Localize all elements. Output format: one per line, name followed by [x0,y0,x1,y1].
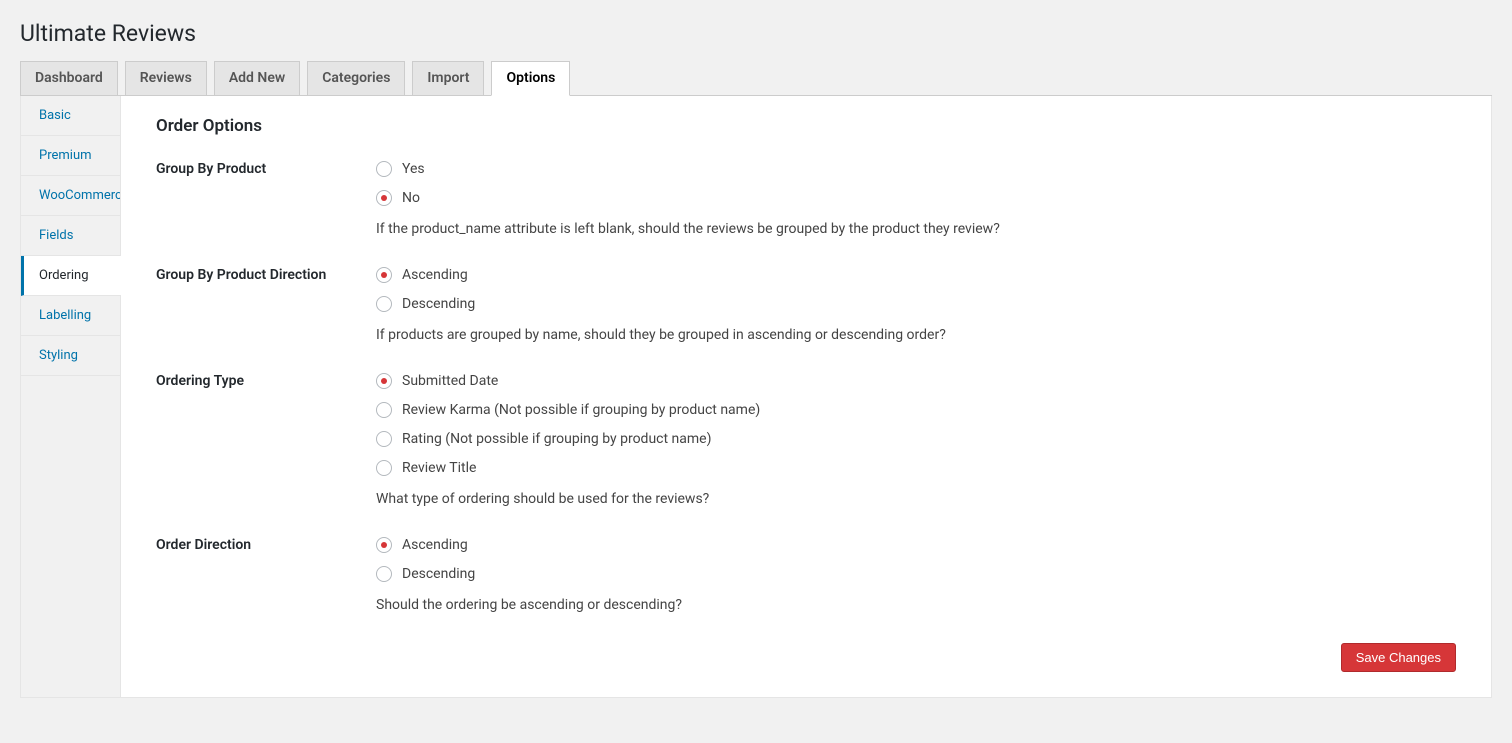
radio-option[interactable]: Review Karma (Not possible if grouping b… [376,402,1456,431]
radio-option[interactable]: Ascending [376,267,1456,296]
radio-label: Descending [402,296,475,312]
field-controls-ordering-type: Submitted Date Review Karma (Not possible… [376,373,1456,537]
page-title: Ultimate Reviews [20,10,1492,52]
radio-icon[interactable] [376,296,392,312]
save-button[interactable]: Save Changes [1341,643,1456,672]
radio-label: No [402,190,420,206]
tab-import[interactable]: Import [412,61,484,95]
radio-icon[interactable] [376,431,392,447]
radio-icon[interactable] [376,190,392,206]
radio-option[interactable]: No [376,190,1456,219]
tab-reviews[interactable]: Reviews [125,61,207,95]
sidebar-item-ordering[interactable]: Ordering [21,256,121,296]
radio-option[interactable]: Descending [376,296,1456,325]
radio-option[interactable]: Ascending [376,537,1456,566]
tab-dashboard[interactable]: Dashboard [20,61,118,95]
radio-label: Yes [402,161,425,177]
radio-label: Ascending [402,267,468,283]
field-label-order-direction: Order Direction [156,537,376,613]
field-description: If the product_name attribute is left bl… [376,219,1456,237]
field-controls-order-direction: Ascending Descending Should the ordering b… [376,537,1456,613]
form-table: Group By Product Yes No If the product_name… [156,161,1456,613]
radio-icon[interactable] [376,267,392,283]
field-label-ordering-type: Ordering Type [156,373,376,537]
field-description: What type of ordering should be used for… [376,489,1456,507]
radio-option[interactable]: Yes [376,161,1456,190]
radio-option[interactable]: Submitted Date [376,373,1456,402]
radio-icon[interactable] [376,537,392,553]
radio-label: Descending [402,566,475,582]
radio-icon[interactable] [376,161,392,177]
sidebar-item-labelling[interactable]: Labelling [21,296,120,336]
tab-add-new[interactable]: Add New [214,61,300,95]
tab-categories[interactable]: Categories [307,61,405,95]
radio-label: Review Karma (Not possible if grouping b… [402,402,760,418]
options-sidebar: BasicPremiumWooCommerceFieldsOrderingLab… [21,96,121,697]
radio-option[interactable]: Review Title [376,460,1456,489]
radio-option[interactable]: Rating (Not possible if grouping by prod… [376,431,1456,460]
sidebar-item-premium[interactable]: Premium [21,136,120,176]
radio-icon[interactable] [376,402,392,418]
radio-icon[interactable] [376,460,392,476]
radio-label: Submitted Date [402,373,498,389]
radio-option[interactable]: Descending [376,566,1456,595]
field-controls-group-by-product: Yes No If the product_name attribute is le… [376,161,1456,267]
sidebar-item-woocommerce[interactable]: WooCommerce [21,176,120,216]
radio-label: Ascending [402,537,468,553]
tab-options[interactable]: Options [491,61,570,96]
field-description: If products are grouped by name, should … [376,325,1456,343]
section-title: Order Options [156,116,1456,136]
sidebar-item-styling[interactable]: Styling [21,336,120,376]
field-controls-group-by-product-direction: Ascending Descending If products are group… [376,267,1456,373]
nav-tab-wrapper: DashboardReviewsAdd NewCategoriesImportO… [20,52,1492,96]
radio-icon[interactable] [376,566,392,582]
field-label-group-by-product-direction: Group By Product Direction [156,267,376,373]
radio-label: Review Title [402,460,476,476]
sidebar-item-fields[interactable]: Fields [21,216,120,256]
field-description: Should the ordering be ascending or desc… [376,595,1456,613]
radio-label: Rating (Not possible if grouping by prod… [402,431,711,447]
sidebar-item-basic[interactable]: Basic [21,96,120,136]
field-label-group-by-product: Group By Product [156,161,376,267]
radio-icon[interactable] [376,373,392,389]
options-main: Order Options Group By Product Yes No If th… [121,96,1491,697]
